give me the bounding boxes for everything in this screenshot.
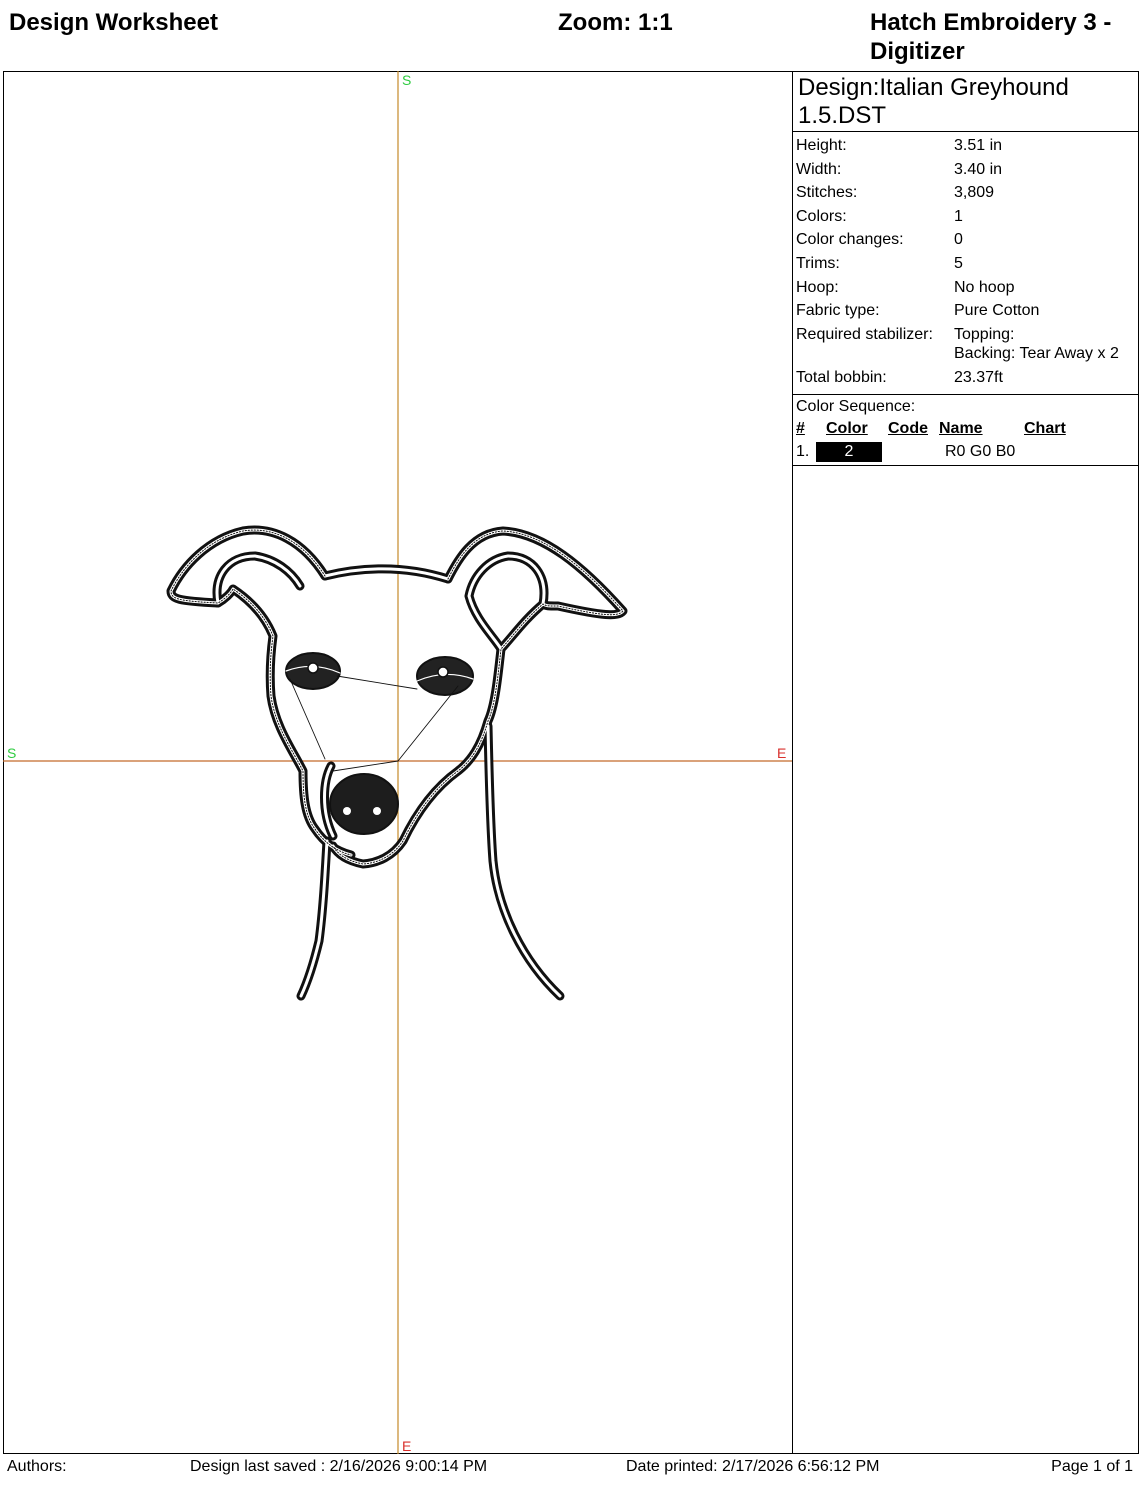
info-value: 1 [954,207,963,225]
info-row: Fabric type: Pure Cotton [796,301,1138,321]
info-row: Required stabilizer: Topping: Backing: Te… [796,325,1138,364]
design-info-table: Height: 3.51 in Width: 3.40 in Stitches: 3,80… [793,132,1138,395]
info-label: Trims: [796,254,840,272]
info-label: Colors: [796,207,847,225]
info-value: Topping: Backing: Tear Away x 2 [954,325,1119,363]
axis-start-top: S [402,72,411,88]
info-value: 23.37ft [954,368,1003,386]
design-name: Design:Italian Greyhound 1.5.DST [793,72,1138,132]
info-panel: Design:Italian Greyhound 1.5.DST Height:… [793,72,1138,466]
app-name: Hatch Embroidery 3 - Digitizer [870,9,1112,65]
footer-date-printed: Date printed: 2/17/2026 6:56:12 PM [626,1458,880,1475]
info-label: Total bobbin: [796,368,887,386]
col-name: Name [939,419,983,437]
info-label: Hoop: [796,278,839,296]
info-row: Colors: 1 [796,207,1138,227]
zoom-level: Zoom: 1:1 [558,9,673,36]
info-label: Width: [796,160,842,178]
right-eye [416,656,474,696]
col-code: Code [888,419,928,437]
info-label: Color changes: [796,231,904,249]
info-value: 3,809 [954,184,995,202]
info-row: Height: 3.51 in [796,136,1138,156]
col-chart: Chart [1024,419,1066,437]
col-num: # [796,419,805,437]
color-row: 1. 2 R0 G0 B0 [796,441,1138,463]
color-row-name: R0 G0 B0 [945,442,1016,460]
color-sequence-header: # Color Code Name Chart [796,417,1138,441]
footer-last-saved: Design last saved : 2/16/2026 9:00:14 PM [190,1458,488,1475]
color-sequence: Color Sequence: # Color Code Name Chart … [793,395,1138,466]
info-label: Required stabilizer: [796,325,933,343]
design-canvas: S S E E [3,71,793,1454]
info-value: 0 [954,231,963,249]
footer-page-number: Page 1 of 1 [1051,1458,1133,1475]
col-color: Color [826,419,868,437]
info-value: No hoop [954,278,1015,296]
info-value: 3.51 in [954,137,1003,154]
axis-end-right: E [777,745,786,761]
left-neck-outline [296,836,332,1001]
right-neck-outline [483,721,565,1001]
info-row: Stitches: 3,809 [796,183,1138,203]
info-value: Pure Cotton [954,302,1040,320]
nose [329,773,399,835]
color-sequence-title: Color Sequence: [796,397,916,415]
axis-start-left: S [7,745,16,761]
greyhound-design [166,525,628,1001]
info-value: 3.40 in [954,160,1003,178]
axis-end-bottom: E [402,1438,411,1454]
info-row: Trims: 5 [796,254,1138,274]
info-label: Stitches: [796,184,858,202]
info-label: Height: [796,137,847,154]
color-swatch: 2 [816,441,882,462]
footer-authors: Authors: [7,1458,67,1475]
info-row: Hoop: No hoop [796,278,1138,298]
info-row: Total bobbin: 23.37ft [796,368,1138,388]
info-value: 5 [954,254,963,272]
info-row: Width: 3.40 in [796,160,1138,180]
left-eye [285,652,341,690]
info-label: Fabric type: [796,302,880,320]
page-title: Design Worksheet [9,9,218,36]
info-row: Color changes: 0 [796,230,1138,250]
design-preview: S S E E [3,71,793,1454]
